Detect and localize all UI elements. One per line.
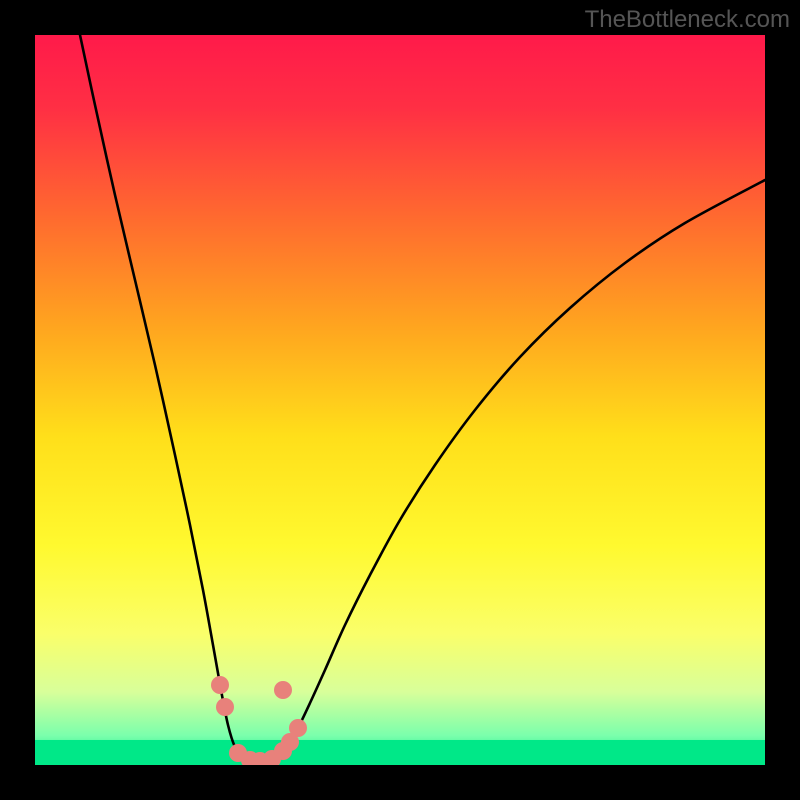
outer-frame: TheBottleneck.com	[0, 0, 800, 800]
data-marker	[216, 698, 234, 716]
plot-area	[35, 35, 765, 765]
data-marker	[289, 719, 307, 737]
gradient-background	[35, 35, 765, 765]
watermark-text: TheBottleneck.com	[585, 6, 790, 34]
bottleneck-chart	[35, 35, 765, 765]
data-marker	[211, 676, 229, 694]
optimal-band	[35, 740, 765, 765]
data-marker	[274, 681, 292, 699]
